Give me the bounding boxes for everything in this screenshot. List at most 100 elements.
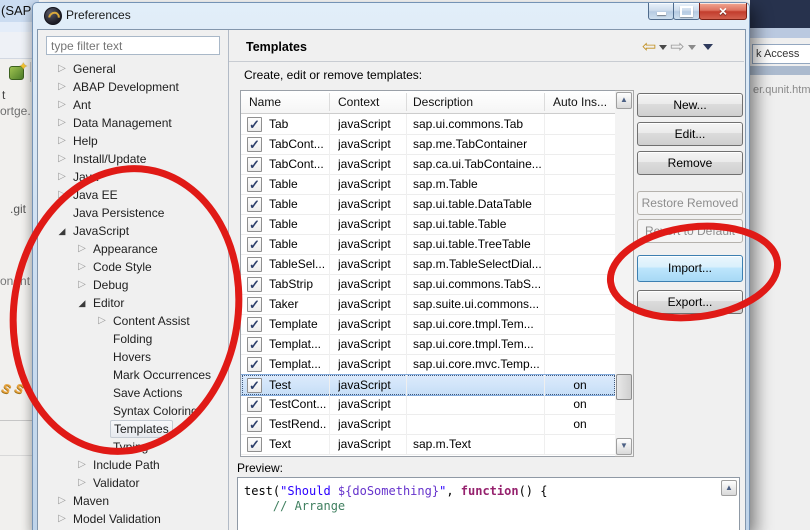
expand-arrow-icon[interactable]: ▷ [76,276,88,294]
tree-item-install-update[interactable]: ▷Install/Update [40,150,227,168]
column-header-description[interactable]: Description [413,91,473,113]
scroll-down-icon[interactable]: ▼ [616,438,632,455]
tree-item-maven[interactable]: ▷Maven [40,492,227,510]
tree-item-java[interactable]: ▷Java [40,168,227,186]
tree-item-abap-development[interactable]: ▷ABAP Development [40,78,227,96]
table-row[interactable]: ✓TabCont...javaScriptsap.me.TabContainer [241,134,616,155]
template-checkbox[interactable]: ✓ [247,137,262,152]
expand-arrow-icon[interactable]: ▷ [56,168,68,186]
expand-arrow-icon[interactable]: ▷ [56,132,68,150]
table-scrollbar[interactable]: ▲ ▼ [615,90,634,457]
template-checkbox[interactable]: ✓ [247,297,262,312]
tree-item-typing[interactable]: Typing [40,438,227,456]
template-checkbox[interactable]: ✓ [247,157,262,172]
table-row[interactable]: ✓TablejavaScriptsap.ui.table.DataTable [241,194,616,215]
table-row[interactable]: ✓TablejavaScriptsap.m.Table [241,174,616,195]
maximize-button[interactable] [673,3,700,20]
table-row[interactable]: ✓TablejavaScriptsap.ui.table.Table [241,214,616,235]
table-row[interactable]: ✓TestRend...javaScripton [241,414,616,435]
template-checkbox[interactable]: ✓ [247,317,262,332]
tree-item-javascript[interactable]: ◢JavaScript [40,222,227,240]
table-row[interactable]: ✓TabStripjavaScriptsap.ui.commons.TabS..… [241,274,616,295]
table-row[interactable]: ✓TablejavaScriptsap.ui.table.TreeTable [241,234,616,255]
minimize-button[interactable] [648,3,674,20]
scrollbar-thumb[interactable] [616,374,632,400]
expand-arrow-icon[interactable]: ▷ [56,510,68,528]
template-checkbox[interactable]: ✓ [247,417,262,432]
tree-item-java-persistence[interactable]: Java Persistence [40,204,227,222]
scroll-up-icon[interactable]: ▲ [616,92,632,109]
expand-arrow-icon[interactable]: ▷ [56,78,68,96]
column-header-name[interactable]: Name [249,91,281,113]
collapse-arrow-icon[interactable]: ◢ [76,294,88,312]
expand-arrow-icon[interactable]: ▷ [56,186,68,204]
table-row[interactable]: ✓TakerjavaScriptsap.suite.ui.commons... [241,294,616,315]
expand-arrow-icon[interactable]: ▷ [76,474,88,492]
expand-arrow-icon[interactable]: ▷ [76,258,88,276]
template-checkbox[interactable]: ✓ [247,237,262,252]
tree-item-debug[interactable]: ▷Debug [40,276,227,294]
forward-arrow-icon[interactable]: ⇨ [670,39,684,55]
table-row[interactable]: ✓TabjavaScriptsap.ui.commons.Tab [241,114,616,135]
tree-item-java-ee[interactable]: ▷Java EE [40,186,227,204]
tree-item-data-management[interactable]: ▷Data Management [40,114,227,132]
table-row[interactable]: ✓Templat...javaScriptsap.ui.core.mvc.Tem… [241,354,616,375]
close-button[interactable]: × [699,3,747,20]
table-row[interactable]: ✓TableSel...javaScriptsap.m.TableSelectD… [241,254,616,275]
table-row[interactable]: ✓TemplatejavaScriptsap.ui.core.tmpl.Tem.… [241,314,616,335]
template-checkbox[interactable]: ✓ [247,117,262,132]
tree-item-mark-occurrences[interactable]: Mark Occurrences [40,366,227,384]
view-menu-icon[interactable] [703,44,713,50]
template-checkbox[interactable]: ✓ [247,437,262,452]
back-history-caret-icon[interactable] [659,45,667,50]
table-row[interactable]: ✓TestjavaScripton [241,374,616,396]
filter-input[interactable] [46,36,220,55]
template-checkbox[interactable]: ✓ [247,197,262,212]
template-checkbox[interactable]: ✓ [247,217,262,232]
table-row[interactable]: ✓TabCont...javaScriptsap.ca.ui.TabContai… [241,154,616,175]
tree-item-include-path[interactable]: ▷Include Path [40,456,227,474]
column-header-context[interactable]: Context [338,91,379,113]
expand-arrow-icon[interactable]: ▷ [56,492,68,510]
expand-arrow-icon[interactable]: ▷ [76,240,88,258]
table-row[interactable]: ✓TextjavaScriptsap.m.Text [241,434,616,455]
tree-item-appearance[interactable]: ▷Appearance [40,240,227,258]
table-row[interactable]: ✓TestCont...javaScripton [241,394,616,415]
export-button[interactable]: Export... [637,290,743,314]
new-button[interactable]: New... [637,93,743,117]
tree-item-templates[interactable]: Templates [40,420,227,438]
expand-arrow-icon[interactable]: ▷ [56,114,68,132]
tree-item-syntax-coloring[interactable]: Syntax Coloring [40,402,227,420]
template-checkbox[interactable]: ✓ [247,378,262,393]
table-row[interactable]: ✓Templat...javaScriptsap.ui.core.tmpl.Te… [241,334,616,355]
tree-item-code-style[interactable]: ▷Code Style [40,258,227,276]
tree-item-content-assist[interactable]: ▷Content Assist [40,312,227,330]
expand-arrow-icon[interactable]: ▷ [76,456,88,474]
tree-item-save-actions[interactable]: Save Actions [40,384,227,402]
collapse-arrow-icon[interactable]: ◢ [56,222,68,240]
import-button[interactable]: Import... [637,255,743,282]
template-checkbox[interactable]: ✓ [247,397,262,412]
tree-item-validator[interactable]: ▷Validator [40,474,227,492]
template-checkbox[interactable]: ✓ [247,357,262,372]
expand-arrow-icon[interactable]: ▷ [96,312,108,330]
tree-item-folding[interactable]: Folding [40,330,227,348]
expand-arrow-icon[interactable]: ▷ [56,150,68,168]
edit-button[interactable]: Edit... [637,122,743,146]
column-header-auto-ins[interactable]: Auto Ins... [553,91,607,113]
tree-item-editor[interactable]: ◢Editor [40,294,227,312]
template-checkbox[interactable]: ✓ [247,277,262,292]
tree-item-hovers[interactable]: Hovers [40,348,227,366]
tree-item-help[interactable]: ▷Help [40,132,227,150]
tree-item-model-validation[interactable]: ▷Model Validation [40,510,227,528]
remove-button[interactable]: Remove [637,151,743,175]
template-checkbox[interactable]: ✓ [247,337,262,352]
expand-arrow-icon[interactable]: ▷ [56,96,68,114]
forward-history-caret-icon[interactable] [688,45,696,50]
panel-divider[interactable] [228,30,229,530]
preview-scroll-up-icon[interactable]: ▲ [721,480,737,496]
back-arrow-icon[interactable]: ⇦ [642,39,656,55]
tree-item-general[interactable]: ▷General [40,60,227,78]
template-checkbox[interactable]: ✓ [247,177,262,192]
expand-arrow-icon[interactable]: ▷ [56,60,68,78]
